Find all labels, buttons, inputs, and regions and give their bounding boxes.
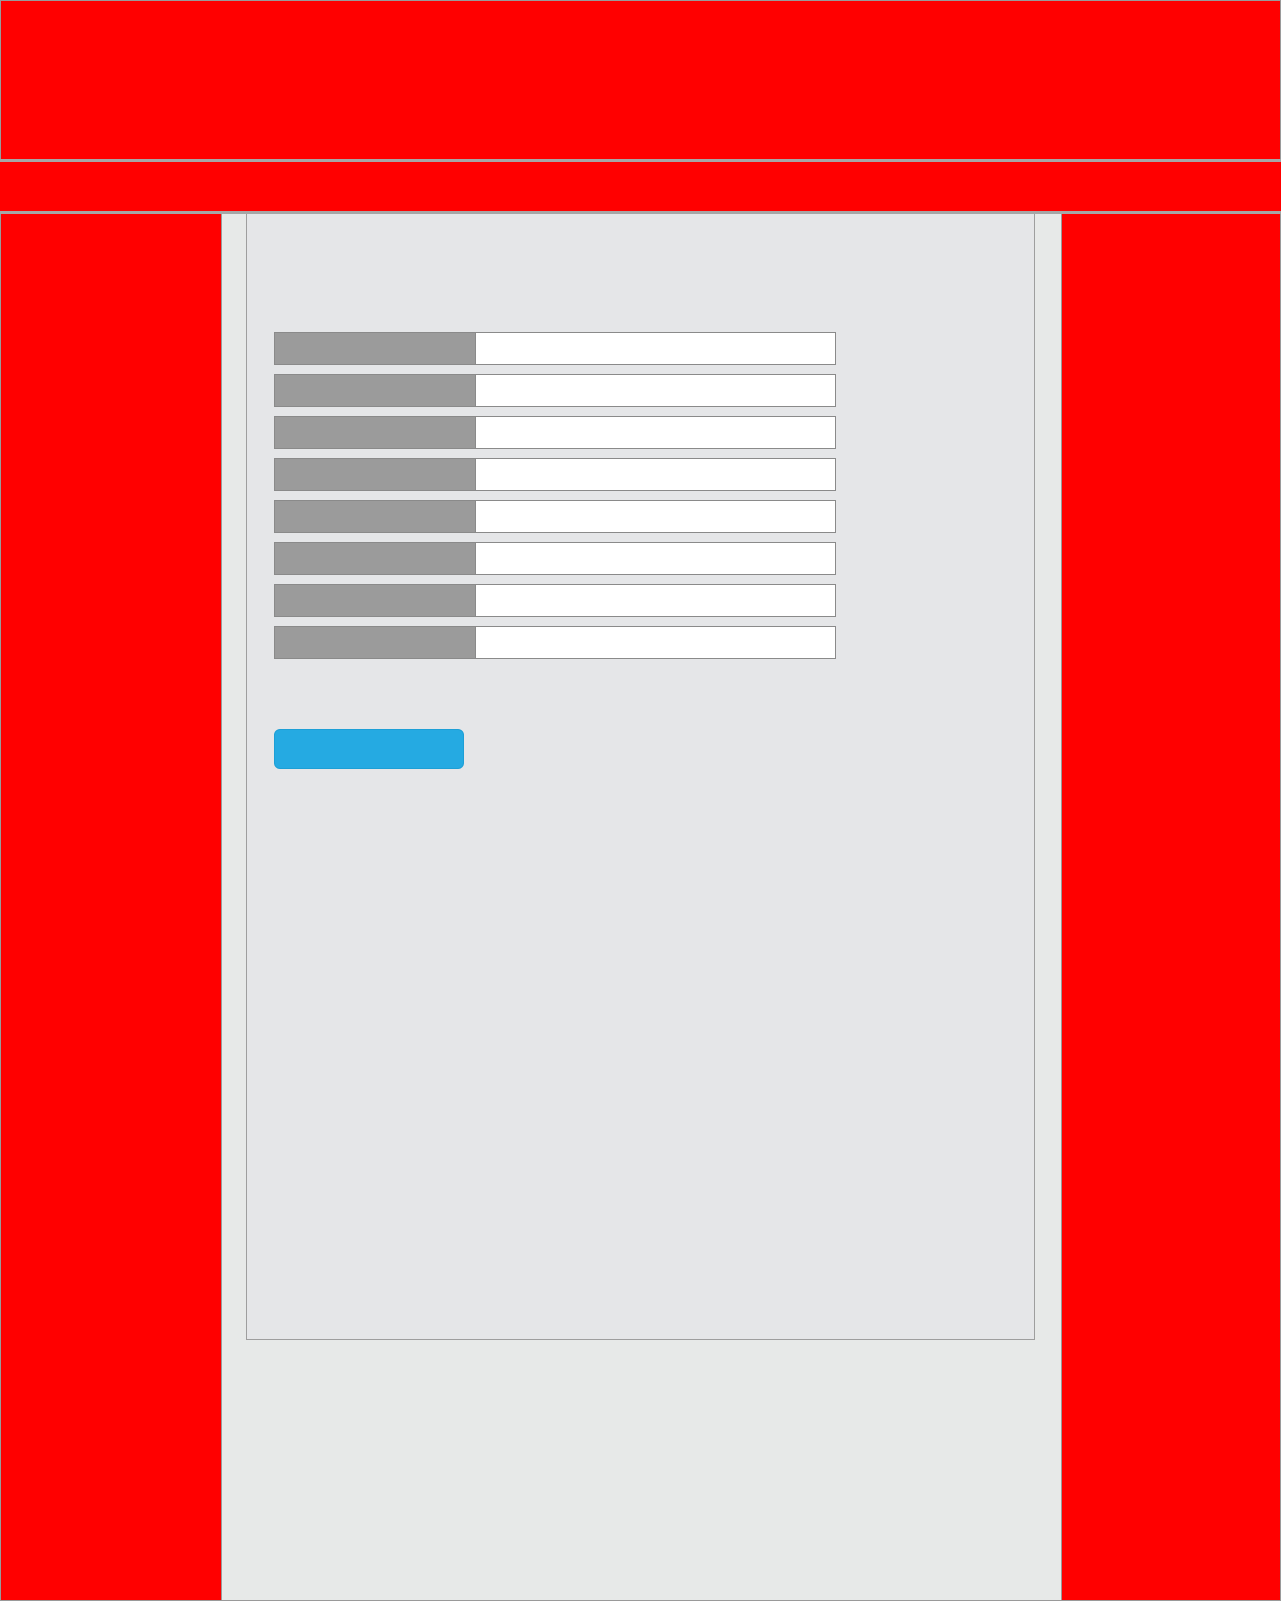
form-row-input[interactable] [476,585,835,616]
header-banner [0,0,1281,160]
form-row [274,416,836,449]
form-row-input[interactable] [476,417,835,448]
form-row-label [275,585,476,616]
form-row [274,374,836,407]
form-row [274,500,836,533]
form-row [274,584,836,617]
form-row [274,458,836,491]
left-gutter [0,214,222,1601]
form-row-label [275,417,476,448]
form-row [274,542,836,575]
form-row-label [275,543,476,574]
form-field-list [274,332,836,659]
form-row-label [275,333,476,364]
form-row-label [275,375,476,406]
submit-button[interactable] [274,729,464,769]
form-row-label [275,501,476,532]
form-row-input[interactable] [476,627,835,658]
form-row-input[interactable] [476,375,835,406]
form-row [274,626,836,659]
right-gutter [1061,214,1281,1601]
form-row [274,332,836,365]
form-row-input[interactable] [476,543,835,574]
form-row-input[interactable] [476,501,835,532]
form-row-label [275,459,476,490]
form-row-input[interactable] [476,459,835,490]
form-row-input[interactable] [476,333,835,364]
form-row-label [275,627,476,658]
navigation-bar [0,162,1281,211]
